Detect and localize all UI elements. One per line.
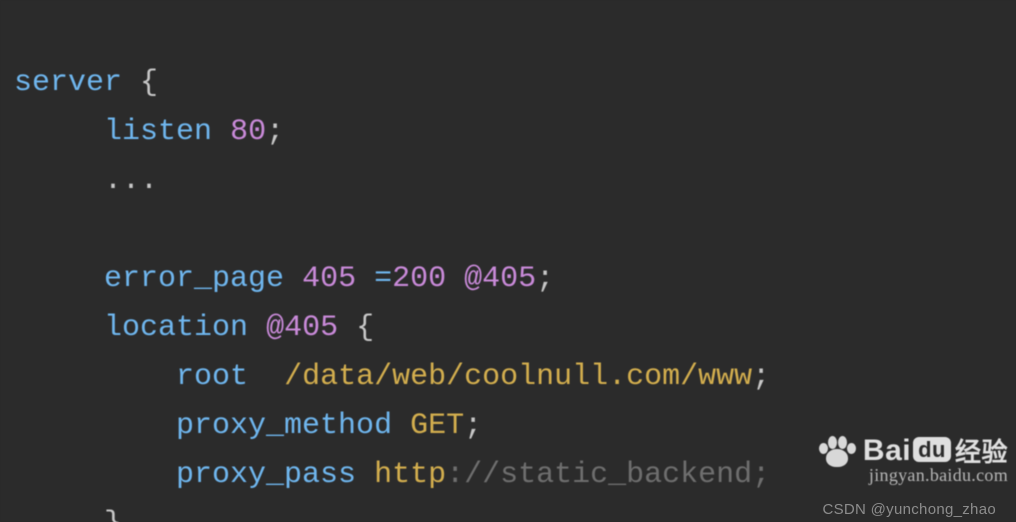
- kw-location: location: [104, 311, 248, 345]
- open-brace: {: [356, 311, 374, 345]
- kw-root: root: [176, 360, 248, 394]
- named-loc-b: @405: [266, 311, 338, 345]
- kw-proxy-pass: proxy_pass: [176, 458, 356, 492]
- url-sep: ://: [446, 458, 500, 492]
- code-line-3: ...: [14, 164, 158, 198]
- close-brace: }: [104, 507, 122, 522]
- code-line-9: }: [14, 507, 122, 522]
- code-line-6: root /data/web/coolnull.com/www;: [14, 360, 770, 394]
- port-num: 80: [230, 115, 266, 149]
- ellipsis: ...: [104, 164, 158, 198]
- named-loc-a: @405: [464, 262, 536, 296]
- kw-listen: listen: [104, 115, 212, 149]
- semi: ;: [752, 360, 770, 394]
- code-line-8: proxy_pass http://static_backend;: [14, 458, 770, 492]
- code-line-5: location @405 {: [14, 311, 374, 345]
- code-line-4: error_page 405 =200 @405;: [14, 262, 554, 296]
- code-200: 200: [392, 262, 446, 296]
- open-brace: {: [140, 66, 158, 100]
- root-path: /data/web/coolnull.com/www: [284, 360, 752, 394]
- semi: ;: [752, 458, 770, 492]
- backend-host: static_backend: [500, 458, 752, 492]
- code-405a: 405: [302, 262, 356, 296]
- kw-proxy-method: proxy_method: [176, 409, 392, 443]
- eq-sign: =: [374, 262, 392, 296]
- scheme: http: [374, 458, 446, 492]
- method-get: GET: [410, 409, 464, 443]
- semi: ;: [266, 115, 284, 149]
- semi: ;: [464, 409, 482, 443]
- code-line-7: proxy_method GET;: [14, 409, 482, 443]
- code-blank: [14, 213, 32, 247]
- code-line-1: server {: [14, 66, 158, 100]
- kw-server: server: [14, 66, 122, 100]
- code-editor: server { listen 80; ... error_page 405 =…: [0, 0, 1016, 522]
- code-line-2: listen 80;: [14, 115, 284, 149]
- semi: ;: [536, 262, 554, 296]
- kw-error-page: error_page: [104, 262, 284, 296]
